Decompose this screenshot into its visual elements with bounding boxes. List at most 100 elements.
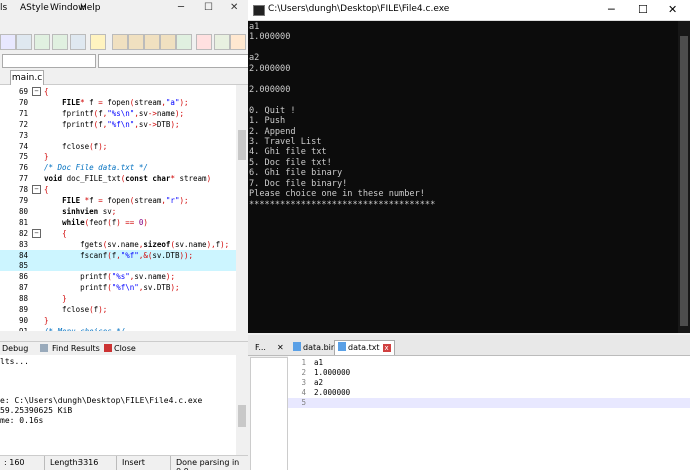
- toggle-comment-icon[interactable]: [70, 34, 86, 50]
- npp-text-line[interactable]: 1 a1: [288, 358, 690, 368]
- compile-icon[interactable]: [0, 34, 16, 50]
- code-line[interactable]: 85: [0, 260, 236, 272]
- fold-toggle-icon[interactable]: −: [32, 185, 41, 195]
- stop-icon[interactable]: [196, 34, 212, 50]
- console-window[interactable]: C:\Users\dungh\Desktop\FILE\File4.c.exe …: [248, 0, 690, 333]
- line-number: 84: [18, 250, 28, 260]
- code-text: {: [44, 185, 49, 195]
- menu-tools[interactable]: ls: [0, 3, 7, 13]
- minimize-icon[interactable]: ─: [608, 3, 615, 16]
- fold-toggle-icon[interactable]: −: [32, 87, 41, 96]
- tab-label: data.txt: [348, 343, 380, 352]
- check-icon[interactable]: [176, 34, 192, 50]
- npp-text-line[interactable]: 4 2.000000: [288, 388, 690, 398]
- grid3-icon[interactable]: [144, 34, 160, 50]
- line-number: 88: [18, 294, 28, 304]
- console-scroll-thumb[interactable]: [680, 36, 688, 326]
- tab-main-c[interactable]: main.c: [10, 70, 44, 85]
- line-number: 89: [18, 305, 28, 314]
- maximize-icon[interactable]: ☐: [638, 3, 648, 16]
- code-line[interactable]: 78−{: [0, 184, 236, 195]
- file-icon: [293, 342, 301, 351]
- close-icon[interactable]: ✕: [668, 3, 677, 16]
- npp-text-line[interactable]: 3 a2: [288, 378, 690, 388]
- code-line[interactable]: 73: [0, 130, 236, 141]
- console-line: 3. Travel List: [249, 136, 322, 147]
- code-line[interactable]: 76 /* Doc File data.txt */: [0, 162, 236, 173]
- code-line[interactable]: 84 fscanf(f,"%f",&(sv.DTB));: [0, 249, 236, 261]
- grid4-icon[interactable]: [160, 34, 176, 50]
- grid-icon[interactable]: [112, 34, 128, 50]
- code-line[interactable]: 82− {: [0, 228, 236, 239]
- code-line[interactable]: 87 printf("%f\n",sv.DTB);: [0, 282, 236, 293]
- npp-text-editor[interactable]: 1 a1 2 1.000000 3 a2 4 2.000000 5: [288, 356, 690, 470]
- npp-line-number: 1: [301, 358, 306, 367]
- code-line[interactable]: 74 fclose(f);: [0, 141, 236, 152]
- indent-icon[interactable]: [34, 34, 50, 50]
- code-text: printf("%f\n",sv.DTB);: [44, 283, 180, 293]
- menu-astyle[interactable]: AStyle: [20, 3, 49, 13]
- maximize-icon[interactable]: ☐: [204, 2, 213, 13]
- find-results-tab[interactable]: Find Results: [52, 344, 100, 353]
- code-line[interactable]: 89 fclose(f);: [0, 304, 236, 315]
- line-number: 85: [18, 261, 28, 271]
- npp-line-number: 2: [301, 368, 306, 377]
- code-line[interactable]: 88 }: [0, 293, 236, 304]
- code-line[interactable]: 86 printf("%s",sv.name);: [0, 271, 236, 282]
- npp-text-line[interactable]: 2 1.000000: [288, 368, 690, 378]
- console-line: 2.000000: [249, 84, 291, 95]
- bookmark-icon[interactable]: [90, 34, 106, 50]
- code-text: sinhvien sv;: [62, 206, 117, 216]
- code-text: fclose(f);: [44, 141, 108, 151]
- unindent-icon[interactable]: [52, 34, 68, 50]
- line-number: 74: [18, 141, 28, 151]
- npp-text-line[interactable]: 5: [288, 398, 690, 408]
- code-line[interactable]: 81 while(feof(f) == 0): [0, 217, 236, 228]
- npp-line-number: 3: [301, 378, 306, 387]
- minimize-icon[interactable]: ─: [178, 2, 184, 13]
- side-panel-tab[interactable]: F...: [252, 341, 269, 355]
- status-mode: Insert: [122, 458, 145, 467]
- code-line[interactable]: 79 FILE *f = fopen(stream,"r");: [0, 195, 236, 206]
- code-line[interactable]: 75}: [0, 151, 236, 162]
- status-bar: : 160 Length: 3316 Insert Done parsing i…: [0, 455, 248, 470]
- close-tab[interactable]: Close: [114, 344, 136, 353]
- tab-data-bin[interactable]: data.bin: [290, 341, 339, 355]
- function-list-panel[interactable]: [250, 357, 288, 470]
- console-line: 1.000000: [249, 32, 291, 43]
- class-combo[interactable]: [2, 54, 96, 68]
- code-line[interactable]: 71 fprintf(f,"%s\n",sv->name);: [0, 108, 236, 119]
- code-editor[interactable]: 69−{70 FILE* f = fopen(stream,"a"); 71 fp…: [0, 85, 236, 331]
- close-icon[interactable]: ✕: [230, 2, 238, 13]
- chart-icon[interactable]: [214, 34, 230, 50]
- function-combo[interactable]: [98, 54, 248, 68]
- console-line: 0. Quit !: [249, 105, 296, 116]
- npp-line-text: 1.000000: [314, 368, 351, 377]
- console-line: 4. Ghi file txt: [249, 147, 327, 158]
- code-line[interactable]: 69−{: [0, 86, 236, 97]
- editor-hscroll[interactable]: [0, 331, 248, 341]
- code-text: fprintf(f,"%f\n",sv->DTB);: [44, 119, 180, 129]
- code-line[interactable]: 83 fgets(sv.name,sizeof(sv.name),f);: [0, 239, 236, 250]
- fold-toggle-icon[interactable]: −: [32, 228, 41, 238]
- menu-help[interactable]: Help: [80, 3, 101, 13]
- code-line[interactable]: 90}: [0, 315, 236, 326]
- grid2-icon[interactable]: [128, 34, 144, 50]
- log-scroll-thumb[interactable]: [238, 405, 246, 427]
- code-line[interactable]: 80 sinhvien sv;: [0, 206, 236, 217]
- editor-vscroll[interactable]: [236, 85, 248, 331]
- code-line[interactable]: 70 FILE* f = fopen(stream,"a");: [0, 97, 236, 108]
- debug-tab[interactable]: Debug: [2, 344, 28, 353]
- tab-data-txt[interactable]: data.txt x: [334, 340, 395, 355]
- editor-scroll-thumb[interactable]: [238, 130, 246, 160]
- profile-icon[interactable]: [230, 34, 246, 50]
- close-tab-icon[interactable]: x: [382, 344, 391, 352]
- code-line[interactable]: 77 void doc_FILE_txt(const char* stream): [0, 173, 236, 184]
- line-number: 80: [18, 206, 28, 216]
- console-line: ************************************: [249, 199, 436, 210]
- side-panel-close-icon[interactable]: ✕: [274, 341, 287, 355]
- code-line[interactable]: 72 fprintf(f,"%f\n",sv->DTB);: [0, 119, 236, 130]
- npp-tabbar: F... ✕ data.bin data.txt x: [248, 335, 690, 356]
- print-icon[interactable]: [16, 34, 32, 50]
- code-text: {: [62, 228, 67, 238]
